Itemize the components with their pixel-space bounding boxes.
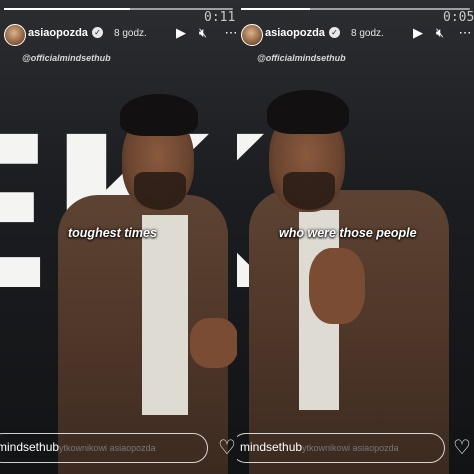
- reply-input[interactable]: mindsethubytkownikowi asiaopozda: [0, 433, 208, 463]
- source-handle: @officialmindsethub: [257, 53, 346, 63]
- story-header: asiaopozda ✓ 8 godz. ▶ 🔇︎ ⋯: [237, 22, 474, 48]
- play-icon[interactable]: ▶: [172, 24, 190, 42]
- source-handle: @officialmindsethub: [22, 53, 111, 63]
- story-username[interactable]: asiaopozda: [265, 27, 325, 39]
- reply-hint: ytkownikowi asiaopozda: [302, 443, 399, 453]
- avatar[interactable]: [241, 24, 263, 46]
- play-icon[interactable]: ▶: [409, 24, 427, 42]
- story-caption: toughest times: [68, 226, 157, 240]
- speaker-muted-icon[interactable]: 🔇︎: [431, 24, 449, 42]
- avatar[interactable]: [4, 24, 26, 46]
- story-header: asiaopozda ✓ 8 godz. ▶ 🔇︎ ⋯: [0, 22, 237, 48]
- reply-placeholder: mindsethub: [0, 440, 60, 454]
- verified-badge-icon: ✓: [92, 27, 103, 38]
- more-icon[interactable]: ⋯: [456, 24, 474, 42]
- reply-input[interactable]: mindsethubytkownikowi asiaopozda: [237, 433, 445, 463]
- reply-placeholder: mindsethub: [240, 440, 303, 454]
- verified-badge-icon: ✓: [329, 27, 340, 38]
- story-panel-right[interactable]: EK 0:05 asiaopozda ✓ 8 godz. ▶ 🔇︎ ⋯ @off…: [237, 0, 474, 474]
- story-username[interactable]: asiaopozda: [28, 27, 88, 39]
- story-progress-bar: [4, 8, 233, 10]
- reply-hint: ytkownikowi asiaopozda: [59, 443, 156, 453]
- heart-icon[interactable]: ♡: [451, 437, 473, 459]
- more-icon[interactable]: ⋯: [222, 24, 238, 42]
- story-progress-bar: [241, 8, 470, 10]
- speaker-muted-icon[interactable]: 🔇︎: [194, 24, 212, 42]
- story-time-ago: 8 godz.: [351, 28, 384, 39]
- heart-icon[interactable]: ♡: [216, 437, 237, 459]
- story-panel-left[interactable]: EK 0:11 asiaopozda ✓ 8 godz. ▶ 🔇︎ ⋯ @off…: [0, 0, 237, 474]
- story-time-ago: 8 godz.: [114, 28, 147, 39]
- story-caption: who were those people: [279, 226, 417, 240]
